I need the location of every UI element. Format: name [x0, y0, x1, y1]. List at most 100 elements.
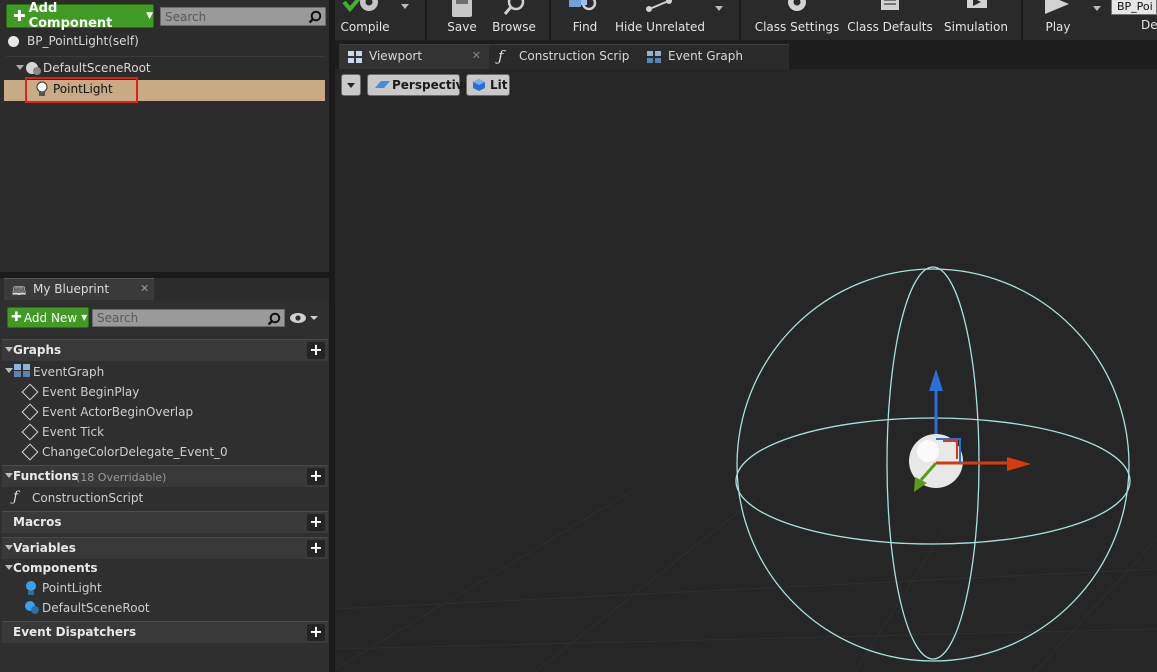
tree-item-pointlight[interactable]: PointLight [53, 82, 113, 96]
save-label: Save [447, 20, 477, 34]
browse-label: Browse [492, 20, 536, 34]
section-variables-label: Variables [13, 541, 76, 555]
event-item[interactable]: ChangeColorDelegate_Event_0 [42, 445, 228, 459]
scene-component-icon [25, 601, 39, 614]
section-event-dispatchers[interactable]: Event Dispatchers + [2, 621, 328, 643]
ground-grid [335, 488, 1157, 672]
debug-object-selector[interactable]: BP_Poi [1111, 0, 1157, 15]
event-graph-icon [14, 364, 30, 377]
save-button[interactable]: Save [437, 0, 487, 40]
add-variable-button[interactable]: + [307, 540, 325, 557]
scene-root-icon [26, 62, 41, 75]
self-sphere-icon [8, 36, 19, 47]
class-settings-label: Class Settings [754, 20, 840, 34]
section-functions-label: Functions [13, 469, 79, 483]
gizmo-z-arrow-icon[interactable] [929, 369, 943, 391]
tab-construction-script[interactable]: ƒ Construction Scrip [489, 44, 638, 69]
add-function-button[interactable]: + [307, 468, 325, 485]
viewport-options-button[interactable] [341, 74, 361, 96]
compile-icon [342, 0, 378, 13]
construction-script-item[interactable]: ConstructionScript [32, 491, 143, 505]
left-panel: ✚ Add Component ▼ BP_PointLight(self) De… [0, 0, 329, 672]
viewport-icon [348, 51, 362, 63]
add-new-button[interactable]: ✚ Add New ▼ [7, 307, 89, 328]
functions-overridable-note: (18 Overridable) [76, 471, 167, 484]
close-icon[interactable]: ✕ [140, 282, 149, 295]
add-macro-button[interactable]: + [307, 514, 325, 531]
class-settings-button[interactable]: Class Settings [753, 0, 841, 40]
plus-icon: ✚ [11, 310, 22, 325]
event-graph-icon [647, 51, 661, 63]
section-functions[interactable]: Functions (18 Overridable) + [2, 465, 328, 487]
collapse-arrow-icon[interactable] [5, 473, 13, 478]
event-graph-item[interactable]: EventGraph [33, 365, 104, 379]
event-item[interactable]: Event Tick [42, 425, 104, 439]
magnifier-browse-icon [503, 0, 525, 15]
my-blueprint-search-field[interactable] [92, 309, 285, 327]
component-item[interactable]: PointLight [42, 581, 102, 595]
perspective-label: Perspective [392, 78, 472, 92]
simulation-button[interactable]: Simulation [939, 0, 1013, 40]
perspective-button[interactable]: Perspective [367, 74, 472, 96]
components-category-label[interactable]: Components [13, 561, 98, 575]
tab-viewport[interactable]: Viewport ✕ [339, 44, 489, 69]
class-defaults-icon [881, 0, 899, 10]
collapse-arrow-icon[interactable] [5, 545, 13, 550]
hide-unrelated-label: Hide Unrelated [615, 20, 706, 34]
floppy-disk-icon [452, 0, 472, 17]
perspective-icon [375, 81, 390, 88]
section-macros-label: Macros [13, 515, 62, 529]
components-search-field[interactable] [160, 7, 326, 26]
find-label: Find [572, 20, 598, 34]
eye-visibility-icon[interactable] [289, 312, 319, 324]
section-graphs[interactable]: Graphs + [2, 339, 328, 361]
event-item[interactable]: Event ActorBeginOverlap [42, 405, 193, 419]
add-new-label: Add New [23, 310, 78, 325]
tab-event-graph[interactable]: Event Graph [638, 44, 789, 69]
hide-unrelated-button[interactable]: Hide Unrelated [615, 0, 706, 40]
viewport[interactable]: Perspective Lit [335, 69, 1157, 672]
function-icon: ƒ [13, 489, 19, 505]
toolbar-separator [1021, 0, 1023, 40]
collapse-arrow-icon[interactable] [5, 347, 13, 352]
add-graph-button[interactable]: + [307, 342, 325, 359]
browse-button[interactable]: Browse [487, 0, 541, 40]
hide-unrelated-icon [646, 0, 672, 12]
hide-unrelated-dropdown[interactable] [715, 6, 723, 11]
tab-viewport-label: Viewport [369, 49, 423, 63]
section-variables[interactable]: Variables + [2, 537, 328, 559]
my-blueprint-search-input[interactable] [93, 310, 284, 326]
compile-options-dropdown[interactable] [401, 4, 409, 9]
search-icon [308, 10, 322, 24]
tree-item-default-scene-root[interactable]: DefaultSceneRoot [43, 61, 151, 75]
expand-arrow-icon[interactable] [5, 565, 13, 570]
close-icon[interactable]: ✕ [472, 49, 481, 62]
point-light-icon [36, 81, 48, 96]
play-options-dropdown[interactable] [1093, 6, 1101, 11]
add-component-label: Add Component [28, 1, 113, 31]
gizmo-x-arrow-icon[interactable] [1007, 457, 1031, 471]
components-search-input[interactable] [161, 8, 325, 25]
find-icon [569, 0, 597, 11]
lit-view-mode-button[interactable]: Lit [466, 74, 510, 96]
class-defaults-button[interactable]: Class Defaults [845, 0, 935, 40]
gear-icon [788, 0, 806, 11]
compile-button[interactable]: Compile [335, 0, 395, 40]
play-label: Play [1045, 20, 1071, 34]
tab-my-blueprint[interactable]: 🕮 My Blueprint ✕ [4, 278, 154, 300]
viewport-scene [335, 266, 1157, 672]
find-button[interactable]: Find [563, 0, 607, 40]
add-component-button[interactable]: ✚ Add Component ▼ [6, 1, 154, 31]
lit-cube-icon [473, 79, 485, 91]
function-icon: ƒ [498, 47, 504, 65]
component-item[interactable]: DefaultSceneRoot [42, 601, 150, 615]
event-item[interactable]: Event BeginPlay [42, 385, 139, 399]
section-graphs-label: Graphs [13, 343, 62, 357]
expand-arrow-icon[interactable] [16, 65, 24, 70]
add-event-dispatcher-button[interactable]: + [307, 624, 325, 641]
section-event-dispatchers-label: Event Dispatchers [13, 625, 137, 639]
play-button[interactable]: Play [1033, 0, 1083, 40]
simulation-label: Simulation [944, 20, 1008, 34]
expand-arrow-icon[interactable] [5, 368, 13, 373]
section-macros[interactable]: Macros + [2, 511, 328, 533]
